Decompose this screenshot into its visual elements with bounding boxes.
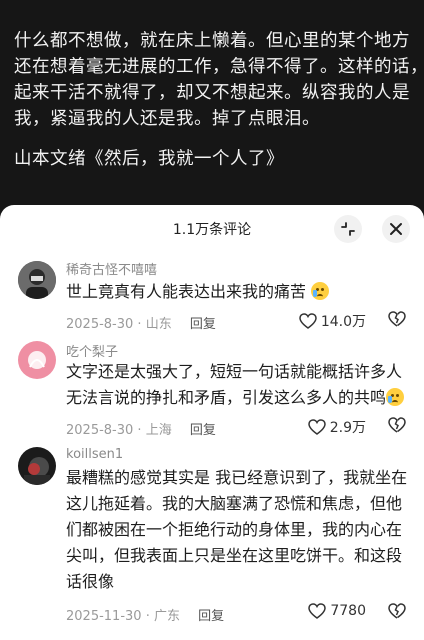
post-text-area: 什么都不想做，就在床上懒着。但心里的某个地方 还在想着毫无进展的工作，急得不得了… [0, 0, 424, 205]
comment-sheet: 1.1万条评论 稀奇古怪不嘻嘻 世上竟真有人能表达出来我的痛苦 2025-8-3… [0, 205, 424, 640]
comment-text-line: 最糟糕的感觉其实是 我已经意识到了，我就坐在 [66, 468, 408, 487]
post-line: 起来干活不就得了，却又不想起来。纵容我的人是 [14, 83, 410, 103]
collapse-arrows-icon [341, 222, 355, 236]
like-count: 2.9万 [329, 420, 366, 436]
comment-item: 稀奇古怪不嘻嘻 世上竟真有人能表达出来我的痛苦 2025-8-30 · 山东 回… [0, 255, 424, 335]
comment-date: 2025-8-30 [66, 317, 134, 332]
comment-location: 广东 [153, 609, 180, 624]
like-count: 14.0万 [320, 314, 366, 330]
avatar[interactable] [18, 261, 56, 299]
collapse-button[interactable] [334, 215, 362, 243]
dislike-button[interactable] [388, 603, 406, 623]
avatar-image [18, 261, 56, 299]
comment-meta: 2025-11-30 · 广东 回复 [66, 605, 224, 624]
heart-icon [307, 419, 326, 435]
avatar-image [18, 341, 56, 379]
comment-text-line: 无法言说的挣扎和矛盾，引发这么多人的共鸣 [66, 388, 387, 407]
comment-text-line: 们都被困在一个拒绝行动的身体里，我的内心在 [66, 520, 403, 539]
comment-text-line: 这儿拖延着。我的大脑塞满了恐慌和焦虑，但他 [66, 494, 403, 513]
heart-icon [299, 313, 317, 329]
comment-text-line: 尖叫，但我表面上只是坐在这里吃饼干。和这段 [66, 546, 403, 565]
heart-icon [308, 603, 327, 619]
post-line: 我，紧逼我的人还是我。掉了点眼泪。 [14, 109, 320, 129]
meta-separator: · [137, 317, 142, 332]
avatar[interactable] [18, 341, 56, 379]
comment-location: 上海 [145, 423, 172, 438]
comment-location: 山东 [145, 317, 172, 332]
comment-text: 文字还是太强大了，短短一句话就能概括许多人 无法言说的挣扎和矛盾，引发这么多人的… [66, 359, 411, 411]
meta-separator: · [137, 423, 142, 438]
comment-meta: 2025-8-30 · 上海 回复 [66, 419, 216, 438]
avatar-image [18, 447, 56, 485]
close-icon [390, 223, 402, 235]
dislike-button[interactable] [388, 417, 406, 437]
like-button[interactable]: 14.0万 [299, 311, 366, 331]
like-button[interactable]: 2.9万 [307, 417, 366, 437]
comment-text-line: 话很像 [66, 572, 115, 591]
crying-face-icon [311, 282, 330, 300]
post-source: 山本文绪《然后，我就一个人了》 [14, 149, 284, 169]
comment-date: 2025-11-30 [66, 609, 142, 624]
broken-heart-icon [388, 311, 406, 327]
like-count: 7780 [330, 603, 366, 619]
comment-username[interactable]: koillsen1 [66, 447, 123, 462]
crying-face-icon [386, 388, 405, 406]
post-line: 还在想着毫无进展的工作，急得不得了。这样的话， [14, 57, 424, 77]
post-line: 什么都不想做，就在床上懒着。但心里的某个地方 [14, 31, 410, 51]
broken-heart-icon [388, 417, 406, 433]
reply-button[interactable]: 回复 [190, 317, 216, 332]
comment-username[interactable]: 吃个梨子 [66, 341, 118, 360]
reply-button[interactable]: 回复 [190, 423, 216, 438]
comment-meta: 2025-8-30 · 山东 回复 [66, 313, 216, 332]
reply-button[interactable]: 回复 [198, 609, 224, 624]
close-button[interactable] [382, 215, 410, 243]
comment-item: koillsen1 最糟糕的感觉其实是 我已经意识到了，我就坐在 这儿拖延着。我… [0, 443, 424, 633]
broken-heart-icon [388, 603, 406, 619]
comment-username[interactable]: 稀奇古怪不嘻嘻 [66, 259, 157, 278]
avatar[interactable] [18, 447, 56, 485]
comment-text-line: 世上竟真有人能表达出来我的痛苦 [66, 282, 307, 301]
meta-separator: · [145, 609, 150, 624]
comment-item: 吃个梨子 文字还是太强大了，短短一句话就能概括许多人 无法言说的挣扎和矛盾，引发… [0, 337, 424, 441]
comment-text: 最糟糕的感觉其实是 我已经意识到了，我就坐在 这儿拖延着。我的大脑塞满了恐慌和焦… [66, 465, 411, 595]
comment-date: 2025-8-30 [66, 423, 134, 438]
comment-text: 世上竟真有人能表达出来我的痛苦 [66, 279, 411, 305]
dislike-button[interactable] [388, 311, 406, 331]
like-button[interactable]: 7780 [308, 603, 366, 619]
sheet-header: 1.1万条评论 [0, 205, 424, 251]
comment-text-line: 文字还是太强大了，短短一句话就能概括许多人 [66, 362, 403, 381]
